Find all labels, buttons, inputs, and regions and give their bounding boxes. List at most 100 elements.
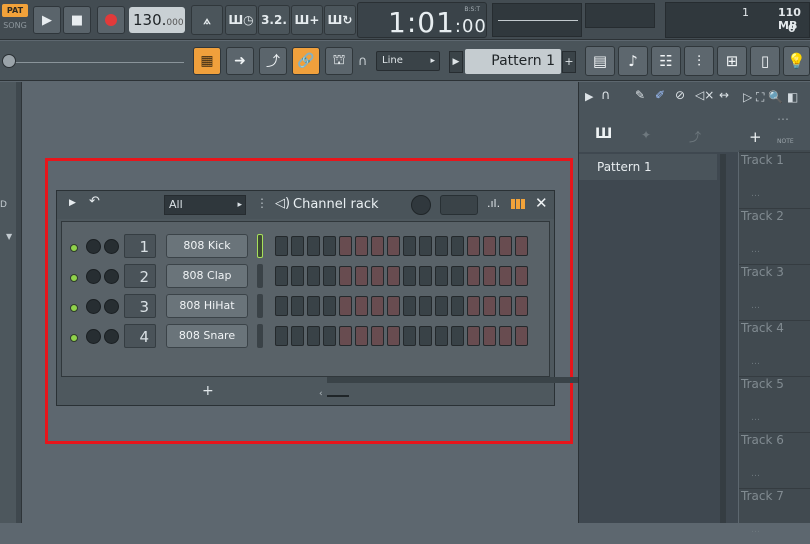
- multilink-button[interactable]: ⛫: [325, 47, 353, 75]
- scroll-thumb[interactable]: [327, 395, 349, 397]
- channel-select-indicator[interactable]: [257, 324, 263, 348]
- pattern-list-item[interactable]: Pattern 1: [579, 154, 717, 180]
- picker-scrollbar[interactable]: [720, 154, 726, 523]
- playlist-track[interactable]: Track 7…: [739, 488, 810, 544]
- step-button[interactable]: [323, 296, 336, 316]
- playlist-track[interactable]: Track 3…: [739, 264, 810, 320]
- playlist-track[interactable]: Track 5…: [739, 376, 810, 432]
- channel-rack-window-button[interactable]: ☷: [651, 46, 681, 76]
- step-button[interactable]: [419, 296, 432, 316]
- channel-volume-knob[interactable]: [104, 299, 119, 314]
- channel-pan-knob[interactable]: [86, 269, 101, 284]
- step-button[interactable]: [419, 236, 432, 256]
- channel-pan-knob[interactable]: [86, 329, 101, 344]
- channel-enable-led[interactable]: [70, 244, 78, 252]
- step-button[interactable]: [275, 326, 288, 346]
- step-button[interactable]: [339, 266, 352, 286]
- step-button[interactable]: [451, 326, 464, 346]
- piano-keys-icon[interactable]: Ш: [595, 126, 612, 142]
- step-button[interactable]: [451, 266, 464, 286]
- step-button[interactable]: [371, 296, 384, 316]
- channel-select-indicator[interactable]: [257, 294, 263, 318]
- step-button[interactable]: [323, 236, 336, 256]
- snap-select[interactable]: Line ▸: [376, 51, 440, 71]
- piano-roll-window-button[interactable]: ♪: [618, 46, 648, 76]
- step-button[interactable]: [499, 296, 512, 316]
- step-button[interactable]: [403, 326, 416, 346]
- step-button[interactable]: [515, 296, 528, 316]
- playlist-window-button[interactable]: ▤: [585, 46, 615, 76]
- playlist-track[interactable]: Track 4…: [739, 320, 810, 376]
- play-arrow-icon[interactable]: ▶: [585, 90, 593, 103]
- mute-icon[interactable]: ◁×: [695, 88, 714, 102]
- song-mode-button[interactable]: SONG: [2, 19, 28, 32]
- add-pattern-button[interactable]: +: [562, 51, 576, 73]
- metronome-button[interactable]: ⟑: [191, 5, 223, 35]
- chevron-down-icon[interactable]: ▼: [6, 232, 12, 241]
- typing-keyboard-button[interactable]: ▦: [193, 47, 221, 75]
- step-button[interactable]: [403, 296, 416, 316]
- step-button[interactable]: [387, 266, 400, 286]
- pattern-selector[interactable]: Pattern 1: [465, 49, 561, 74]
- options-arrow-icon[interactable]: ▶: [69, 198, 76, 208]
- channel-mixer-track[interactable]: 4: [124, 324, 156, 348]
- step-button[interactable]: [515, 326, 528, 346]
- slip-icon[interactable]: ↔: [719, 88, 729, 102]
- channel-rack-header[interactable]: ▶ ↶ All ▸ ⋮ ◁) Channel rack .ıl. ✕: [57, 191, 554, 219]
- play-button[interactable]: ▶: [33, 6, 61, 34]
- step-button[interactable]: [371, 266, 384, 286]
- step-sequencer-icon[interactable]: [511, 199, 525, 209]
- step-button[interactable]: [355, 236, 368, 256]
- channel-select-indicator[interactable]: [257, 264, 263, 288]
- step-button[interactable]: [355, 326, 368, 346]
- channel-volume-knob[interactable]: [104, 269, 119, 284]
- channel-mixer-track[interactable]: 1: [124, 234, 156, 258]
- swing-knob[interactable]: [411, 195, 431, 215]
- link-button[interactable]: 🔗: [292, 47, 320, 75]
- master-pitch-knob[interactable]: [2, 54, 16, 68]
- step-button[interactable]: [403, 266, 416, 286]
- step-button[interactable]: [499, 326, 512, 346]
- step-button[interactable]: [371, 236, 384, 256]
- step-button[interactable]: [435, 296, 448, 316]
- record-button[interactable]: [97, 6, 125, 34]
- delete-icon[interactable]: ⊘: [675, 88, 685, 102]
- step-button[interactable]: [483, 236, 496, 256]
- graph-editor-icon[interactable]: .ıl.: [487, 197, 500, 210]
- step-button[interactable]: [435, 236, 448, 256]
- loop-record-button[interactable]: Ш↻: [324, 5, 356, 35]
- step-forward-button[interactable]: ➜: [226, 47, 254, 75]
- step-button[interactable]: [291, 266, 304, 286]
- step-button[interactable]: [339, 326, 352, 346]
- step-button[interactable]: [275, 236, 288, 256]
- audio-clip-icon[interactable]: ✦: [641, 128, 651, 142]
- pencil-icon[interactable]: ✎: [635, 88, 645, 102]
- channel-enable-led[interactable]: [70, 304, 78, 312]
- stop-button[interactable]: ■: [63, 6, 91, 34]
- step-button[interactable]: [339, 236, 352, 256]
- step-button[interactable]: [387, 296, 400, 316]
- step-button[interactable]: [291, 236, 304, 256]
- step-button[interactable]: [323, 266, 336, 286]
- channel-pan-knob[interactable]: [86, 239, 101, 254]
- step-button[interactable]: [387, 326, 400, 346]
- step-button[interactable]: [435, 326, 448, 346]
- channel-filter-select[interactable]: All ▸: [164, 195, 246, 215]
- countdown-button[interactable]: 3.2.: [258, 5, 290, 35]
- channel-mixer-track[interactable]: 3: [124, 294, 156, 318]
- paint-icon[interactable]: ✐: [655, 88, 665, 102]
- rack-scroll-track[interactable]: [327, 377, 583, 383]
- step-button[interactable]: [451, 296, 464, 316]
- step-button[interactable]: [355, 266, 368, 286]
- step-button[interactable]: [307, 266, 320, 286]
- blend-notes-button[interactable]: ⤴: [259, 47, 287, 75]
- add-track-button[interactable]: +: [749, 128, 762, 146]
- browser-window-button[interactable]: ⊞: [717, 46, 747, 76]
- step-button[interactable]: [291, 326, 304, 346]
- pattern-menu-arrow[interactable]: ▶: [449, 51, 463, 73]
- automation-icon[interactable]: ⤴: [689, 128, 701, 145]
- step-button[interactable]: [515, 236, 528, 256]
- song-position-display[interactable]: 1:01:00 B:S:T: [357, 2, 487, 39]
- step-button[interactable]: [275, 296, 288, 316]
- step-button[interactable]: [483, 326, 496, 346]
